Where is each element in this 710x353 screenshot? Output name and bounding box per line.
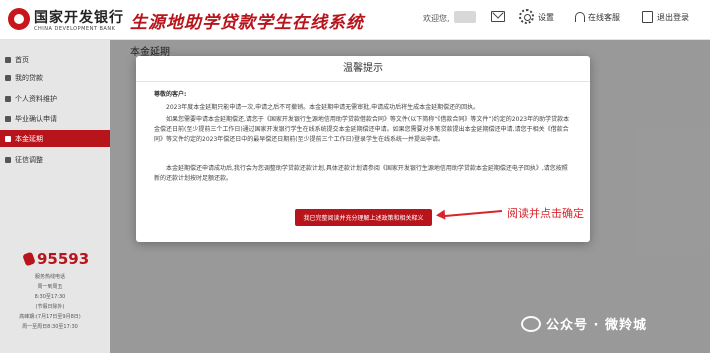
- bank-logo-icon: [8, 8, 30, 30]
- hotline-info-line: 服务热线电话: [34, 274, 65, 280]
- logout-link[interactable]: 退出登录: [657, 12, 689, 23]
- hotline-info-line: 高峰期:(7月17日至9月8日): [19, 314, 81, 320]
- annotation-arrow-head-icon: [435, 209, 446, 221]
- sidebar-item-credit-adjust[interactable]: 征信调整: [0, 151, 110, 168]
- mail-icon[interactable]: [491, 11, 505, 22]
- hotline-number: 95593: [37, 250, 90, 268]
- confirm-read-button[interactable]: 我已完整阅读并充分理解上述政策和相关释义: [295, 209, 432, 226]
- headset-icon[interactable]: [575, 12, 585, 22]
- system-title: 生源地助学贷款学生在线系统: [130, 13, 364, 33]
- welcome-text: 欢迎您,: [423, 14, 450, 23]
- credit-icon: [5, 156, 11, 163]
- wechat-icon: [521, 316, 541, 332]
- gear-icon[interactable]: [519, 9, 534, 24]
- hotline-info-line: 周一至周日8:30至17:30: [22, 324, 78, 330]
- modal-paragraph: 2023年度本金延期只能申请一次,申请之后不可撤销。本金延期申请无需审批,申请成…: [166, 104, 480, 111]
- modal-paragraph: 如果您需要申请本金延期偿还,请您于《国家开发银行生源地信用助学贷款借款合同》等文…: [154, 116, 570, 144]
- bank-name: 国家开发银行: [34, 10, 124, 26]
- sidebar-item-label: 毕业确认申请: [15, 114, 57, 123]
- hotline-info-line: 周一到周五: [37, 284, 63, 290]
- sidebar-item-label: 本金延期: [15, 134, 43, 143]
- graduation-icon: [5, 115, 11, 122]
- modal-greeting: 尊敬的客户:: [154, 91, 187, 98]
- annotation-text: 阅读并点击确定: [507, 207, 584, 220]
- logout-icon[interactable]: [642, 11, 653, 23]
- bank-english-name: CHINA DEVELOPMENT BANK: [34, 26, 116, 32]
- hotline-info-line: 8:30至17:30: [34, 294, 66, 300]
- sidebar-item-label: 我的贷款: [15, 73, 43, 82]
- top-header: 国家开发银行 CHINA DEVELOPMENT BANK 生源地助学贷款学生在…: [0, 0, 710, 40]
- sidebar-item-label: 个人资料维护: [15, 94, 57, 103]
- sidebar-item-graduation[interactable]: 毕业确认申请: [0, 110, 110, 127]
- sidebar-item-my-loans[interactable]: 我的贷款: [0, 69, 110, 86]
- loan-icon: [5, 74, 11, 81]
- sidebar-item-principal-extension[interactable]: 本金延期: [0, 130, 110, 147]
- modal-title: 温馨提示: [136, 56, 590, 82]
- sidebar-item-profile[interactable]: 个人资料维护: [0, 90, 110, 107]
- profile-icon: [5, 95, 11, 102]
- online-service-link[interactable]: 在线客服: [588, 12, 620, 23]
- modal-paragraph: 本金延期偿还申请成功后,我行会为您调整助学贷款还款计划,具体还款计划请参阅《国家…: [154, 165, 568, 183]
- phone-icon: [22, 251, 36, 267]
- watermark: 公众号 · 微羚城: [546, 318, 647, 333]
- username-redacted: [454, 11, 476, 23]
- extension-icon: [5, 135, 11, 142]
- sidebar-item-label: 首页: [15, 55, 29, 64]
- home-icon: [5, 56, 11, 63]
- settings-link[interactable]: 设置: [538, 12, 554, 23]
- hotline-row: 95593: [22, 250, 90, 268]
- sidebar-item-label: 征信调整: [15, 155, 43, 164]
- hotline-info-line: (节假日除外): [35, 304, 65, 310]
- sidebar-item-home[interactable]: 首页: [0, 51, 110, 68]
